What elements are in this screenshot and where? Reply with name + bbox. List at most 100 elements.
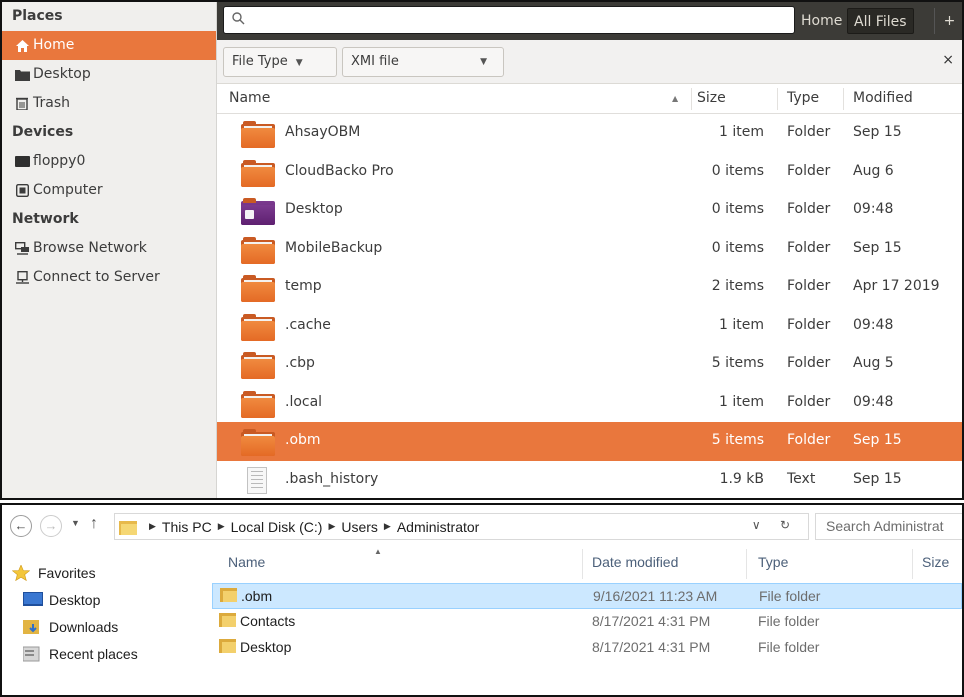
close-filter-button[interactable]: × — [942, 52, 954, 68]
file-name: Desktop — [285, 201, 343, 217]
explorer-rows: .obm 9/16/2021 11:23 AM File folder Contact… — [212, 583, 962, 661]
file-type: Folder — [787, 201, 831, 217]
sort-ascending-icon: ▲ — [672, 94, 679, 103]
windows-explorer: ← → ▼ ↑ ▶ This PC ▶ Local Disk (C:) ▶ Us… — [0, 503, 964, 697]
column-name[interactable]: Name — [228, 554, 265, 570]
column-size[interactable]: Size — [697, 90, 726, 106]
file-size: 1 item — [719, 124, 764, 140]
file-name: .local — [285, 393, 323, 410]
downloads-folder-icon — [23, 619, 43, 635]
file-size: 1.9 kB — [719, 470, 764, 487]
file-modified: 09:48 — [853, 201, 894, 217]
recent-locations-chevron-icon[interactable]: ▼ — [71, 518, 80, 528]
search-icon — [232, 11, 245, 29]
folder-icon — [219, 639, 236, 653]
nav-item-label: Desktop — [49, 591, 101, 608]
file-modified: Sep 15 — [853, 124, 902, 140]
table-row[interactable]: Contacts 8/17/2021 4:31 PM File folder — [212, 609, 962, 635]
sidebar-item-home[interactable]: Home — [2, 31, 216, 60]
refresh-icon[interactable]: ∨ ↻ — [752, 518, 798, 532]
nav-favorites[interactable]: Favorites — [2, 559, 202, 586]
sidebar-item-floppy0[interactable]: floppy0 — [2, 147, 216, 176]
column-size[interactable]: Size — [922, 554, 949, 570]
file-row[interactable]: AhsayOBM 1 item Folder Sep 15 — [217, 114, 962, 153]
devices-heading: Devices — [12, 124, 74, 140]
nav-item-downloads[interactable]: Downloads — [2, 613, 202, 640]
file-size: 0 items — [711, 162, 764, 179]
breadcrumb-separator-icon: ▶ — [383, 521, 391, 531]
file-row[interactable]: temp 2 items Folder Apr 17 2019 — [217, 268, 962, 307]
breadcrumb-local-disk[interactable]: Local Disk (C:) — [231, 519, 323, 535]
file-modified: Sep 15 — [853, 432, 902, 448]
column-divider — [912, 549, 913, 579]
file-row[interactable]: .local 1 item Folder 09:48 — [217, 384, 962, 423]
breadcrumb-administrator[interactable]: Administrator — [397, 519, 479, 535]
file-row[interactable]: MobileBackup 0 items Folder Sep 15 — [217, 230, 962, 269]
file-row[interactable]: .bash_history 1.9 kB Text Sep 15 — [217, 461, 962, 499]
file-row[interactable]: Desktop 0 items Folder 09:48 — [217, 191, 962, 230]
sidebar-item-connect-to-server[interactable]: Connect to Server — [2, 263, 216, 292]
sidebar-item-computer[interactable]: Computer — [2, 176, 216, 205]
nav-item-label: Downloads — [49, 618, 119, 635]
file-type-filter-dropdown[interactable]: XMI file ▼ — [342, 47, 504, 77]
file-list: AhsayOBM 1 item Folder Sep 15 CloudBacko Pro… — [217, 114, 962, 499]
file-row[interactable]: .obm 5 items Folder Sep 15 — [217, 422, 962, 461]
file-size: 5 items — [711, 432, 764, 448]
column-name[interactable]: Name — [229, 90, 270, 106]
up-arrow-icon[interactable]: ↑ — [90, 515, 98, 533]
back-arrow-icon[interactable]: ← — [10, 515, 32, 537]
table-row[interactable]: .obm 9/16/2021 11:23 AM File folder — [212, 583, 962, 609]
address-bar[interactable]: ▶ This PC ▶ Local Disk (C:) ▶ Users ▶ Ad… — [114, 513, 809, 540]
sidebar-item-trash[interactable]: Trash — [2, 89, 216, 118]
column-modified[interactable]: Modified — [853, 90, 913, 106]
add-location-button[interactable]: + — [934, 8, 962, 34]
file-row[interactable]: .cache 1 item Folder 09:48 — [217, 307, 962, 346]
location-toolbar: Home All Files + — [217, 2, 962, 40]
chevron-down-icon: ▼ — [295, 58, 303, 68]
file-type-dropdown[interactable]: File Type ▼ — [223, 47, 337, 77]
file-type: Folder — [787, 393, 831, 410]
drive-icon — [14, 154, 30, 170]
breadcrumb-separator-icon: ▶ — [149, 521, 156, 531]
nav-item-desktop[interactable]: Desktop — [2, 586, 202, 613]
file-type: Folder — [787, 316, 831, 333]
file-name: temp — [285, 278, 322, 294]
column-date-modified[interactable]: Date modified — [592, 554, 678, 570]
file-type: Folder — [787, 239, 831, 256]
column-type[interactable]: Type — [758, 554, 788, 570]
tab-home[interactable]: Home — [795, 8, 848, 34]
desktop-icon — [23, 591, 43, 608]
file-type: Folder — [787, 162, 831, 179]
explorer-file-list: ▲ Name Date modified Type Size .obm 9/16/… — [212, 547, 962, 695]
sidebar-item-label: Computer — [33, 182, 103, 198]
breadcrumb-this-pc[interactable]: This PC — [162, 519, 212, 535]
file-modified: Sep 15 — [853, 239, 902, 256]
sidebar-item-desktop[interactable]: Desktop — [2, 60, 216, 89]
file-row[interactable]: CloudBacko Pro 0 items Folder Aug 6 — [217, 153, 962, 192]
sidebar-item-browse-network[interactable]: Browse Network — [2, 234, 216, 263]
column-divider — [777, 88, 778, 110]
search-input[interactable]: Search Administrat — [815, 513, 962, 540]
gtk-file-chooser: Places Home Desktop Trash Devices floppy… — [0, 0, 964, 500]
breadcrumb-separator-icon: ▶ — [217, 521, 225, 531]
sidebar-item-label: Home — [33, 37, 75, 53]
network-heading: Network — [12, 211, 79, 227]
file-size: 0 items — [711, 239, 764, 256]
file-type: Text — [787, 470, 816, 487]
nav-item-recent-places[interactable]: Recent places — [2, 640, 202, 667]
item-date: 8/17/2021 4:31 PM — [592, 639, 711, 655]
filter-bar: File Type ▼ XMI file ▼ × — [217, 40, 962, 84]
file-row[interactable]: .cbp 5 items Folder Aug 5 — [217, 345, 962, 384]
forward-arrow-icon[interactable]: → — [40, 515, 62, 537]
item-type: File folder — [759, 588, 821, 604]
column-header: Name ▲ Size Type Modified — [217, 84, 962, 114]
column-type[interactable]: Type — [787, 90, 819, 106]
breadcrumb-users[interactable]: Users — [341, 519, 378, 535]
tab-all-files[interactable]: All Files — [847, 8, 914, 34]
item-date: 8/17/2021 4:31 PM — [592, 613, 711, 629]
search-input[interactable] — [223, 6, 795, 34]
sidebar-item-label: Browse Network — [33, 240, 147, 256]
file-type: Folder — [787, 355, 831, 371]
file-type: Folder — [787, 432, 831, 448]
table-row[interactable]: Desktop 8/17/2021 4:31 PM File folder — [212, 635, 962, 661]
